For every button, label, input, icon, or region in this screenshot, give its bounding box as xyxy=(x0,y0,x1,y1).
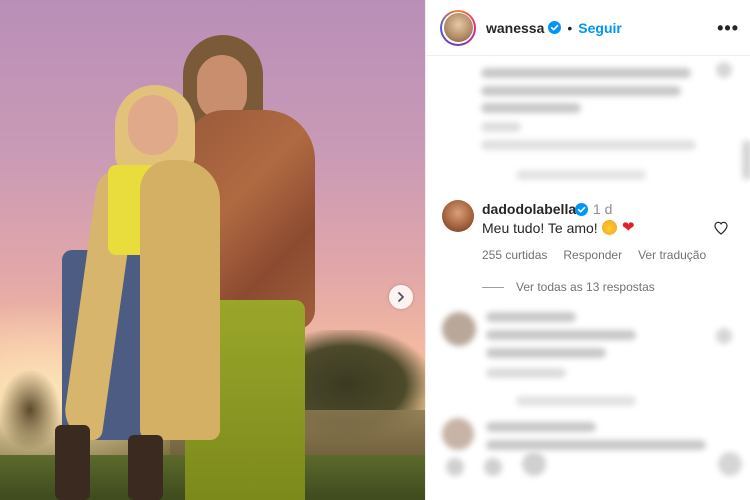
comment-text: Meu tudo! Te amo! xyxy=(482,220,598,236)
chevron-right-icon xyxy=(398,292,404,302)
translate-button[interactable]: Ver tradução xyxy=(638,248,706,262)
replies-divider xyxy=(482,286,504,288)
view-replies-button[interactable]: Ver todas as 13 respostas xyxy=(482,280,655,294)
comment-likes[interactable]: 255 curtidas xyxy=(482,248,547,262)
tree-left xyxy=(0,370,60,450)
reply-button[interactable]: Responder xyxy=(563,248,622,262)
woman-boot-left xyxy=(55,425,90,500)
follow-button[interactable]: Seguir xyxy=(578,20,622,36)
verified-badge-icon xyxy=(575,203,588,216)
commenter-avatar[interactable] xyxy=(442,200,474,232)
more-options-icon[interactable]: ••• xyxy=(717,18,739,39)
author-username[interactable]: wanessa xyxy=(486,20,544,36)
verified-badge-icon xyxy=(548,21,562,34)
commenter-username[interactable]: dadodolabella xyxy=(482,201,576,217)
comment-meta: 255 curtidas Responder Ver tradução xyxy=(482,248,706,262)
woman-face xyxy=(128,95,178,155)
like-heart-icon[interactable] xyxy=(713,220,729,236)
woman-boot-right xyxy=(128,435,163,500)
post-panel: wanessa • Seguir ••• dadodolabella 1 d M… xyxy=(425,0,750,500)
post-header: wanessa • Seguir ••• xyxy=(426,0,750,56)
next-photo-button[interactable] xyxy=(389,285,413,309)
author-avatar[interactable] xyxy=(440,9,476,46)
comment-time: 1 d xyxy=(593,201,613,217)
comment-item: dadodolabella 1 d Meu tudo! Te amo! ❤ 25… xyxy=(426,188,750,294)
red-heart-emoji: ❤ xyxy=(622,219,635,236)
header-separator: • xyxy=(567,19,573,36)
post-photo[interactable] xyxy=(0,0,425,500)
star-struck-emoji-icon xyxy=(602,220,617,235)
woman-cardigan-right xyxy=(140,160,220,440)
view-replies-label: Ver todas as 13 respostas xyxy=(516,280,655,294)
